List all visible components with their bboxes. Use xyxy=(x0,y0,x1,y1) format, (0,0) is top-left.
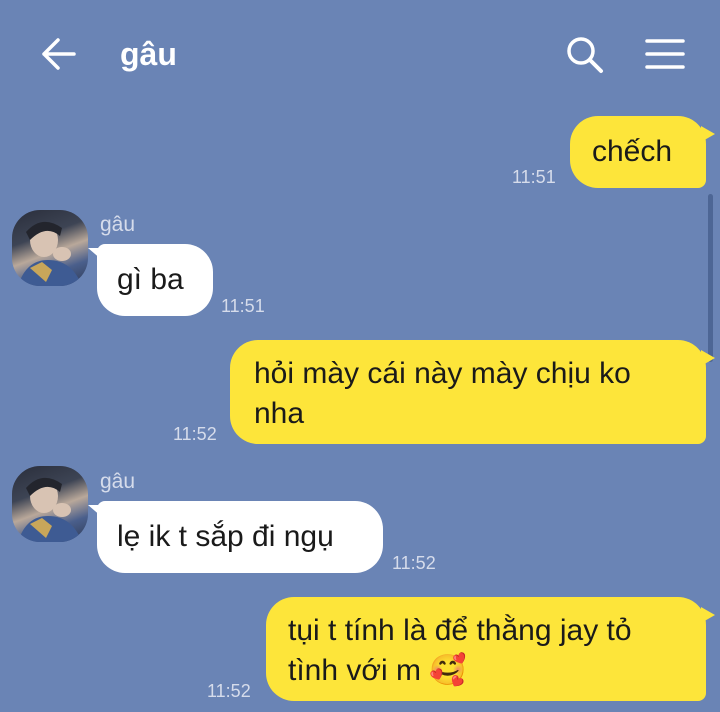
contact-photo xyxy=(18,221,82,286)
message-text-line: tụi t tính là để thằng jay tỏ xyxy=(288,614,632,647)
message-time: 11:51 xyxy=(512,167,556,187)
incoming-message-bubble[interactable]: lẹ ik t sắp đi ngụ xyxy=(88,501,383,573)
chat-header: gâu xyxy=(0,0,720,108)
scrollbar[interactable] xyxy=(708,194,713,362)
back-button[interactable] xyxy=(36,34,80,74)
message-time: 11:51 xyxy=(221,296,265,316)
hamburger-menu-icon xyxy=(645,39,685,69)
message-text: lẹ ik t sắp đi ngụ xyxy=(117,520,334,553)
message-time: 11:52 xyxy=(392,553,436,573)
message-text: gì ba xyxy=(117,263,184,296)
search-button[interactable] xyxy=(562,32,608,78)
message-time: 11:52 xyxy=(207,681,251,701)
outgoing-message-bubble[interactable]: tụi t tính là để thằng jay tỏ tình với m… xyxy=(266,597,715,701)
contact-photo xyxy=(18,477,82,542)
avatar[interactable] xyxy=(12,466,88,542)
sender-name: gâu xyxy=(100,470,136,493)
sender-name: gâu xyxy=(100,213,136,236)
message-text-line: nha xyxy=(254,397,305,430)
message-time: 11:52 xyxy=(173,424,217,444)
arrow-left-icon xyxy=(42,38,76,70)
chat-title: gâu xyxy=(120,36,177,72)
outgoing-message-bubble[interactable]: chếch xyxy=(570,116,715,188)
search-icon xyxy=(567,37,603,73)
message-text-line: tình với m 🥰 xyxy=(288,654,467,687)
avatar[interactable] xyxy=(12,210,88,286)
message-text-line: hỏi mày cái này mày chịu ko xyxy=(254,357,631,390)
menu-button[interactable] xyxy=(642,34,688,74)
outgoing-message-bubble[interactable]: hỏi mày cái này mày chịu ko nha xyxy=(230,340,715,444)
incoming-message-bubble[interactable]: gì ba xyxy=(88,244,213,316)
message-text: chếch xyxy=(592,135,673,168)
